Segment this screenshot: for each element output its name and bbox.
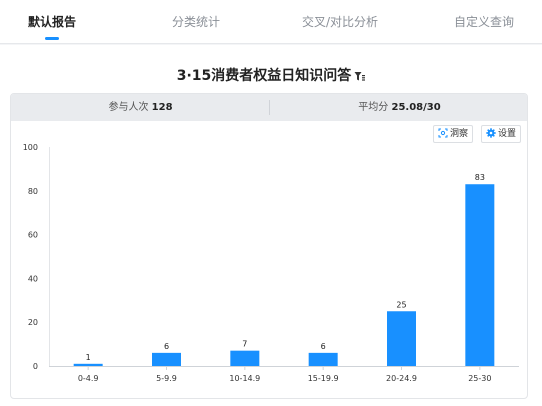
bar-value-label: 6: [321, 342, 326, 351]
tab-category-stats-label: 分类统计: [171, 15, 220, 29]
score-distribution-chart: 0 20 40 60 80 100 1 0-4.9 6 5-9.9 7 10-14.9 6 15-19.9…: [23, 143, 519, 383]
y-tick-label: 40: [28, 274, 38, 283]
tab-custom-query-label: 自定义查询: [453, 15, 514, 29]
bar: [152, 352, 181, 366]
report-tabs: 默认报告 分类统计 交叉/对比分析 自定义查询: [0, 0, 542, 44]
report-title: 3·15消费者权益日知识问答: [0, 65, 542, 86]
tab-custom-query[interactable]: 自定义查询: [444, 0, 524, 44]
bar: [73, 363, 103, 366]
bar-value-label: 25: [396, 300, 406, 309]
chart-card: 参与人次 128 平均分 25.08/30 洞察 设置 0 20 40 60 80 100…: [10, 93, 528, 399]
tab-default-report-label: 默认报告: [27, 15, 76, 29]
bar: [387, 311, 416, 366]
x-tick-label: 25-30: [468, 374, 491, 383]
y-tick-label: 100: [23, 143, 38, 152]
y-tick-label: 0: [33, 362, 38, 371]
report-title-text: 3·15消费者权益日知识问答: [176, 68, 352, 84]
tab-category-stats[interactable]: 分类统计: [156, 0, 236, 44]
x-tick-label: 20-24.9: [386, 374, 417, 383]
y-tick-label: 60: [28, 231, 38, 240]
tab-cross-analysis[interactable]: 交叉/对比分析: [290, 0, 390, 44]
active-tab-indicator: [45, 37, 59, 40]
y-tick-label: 80: [28, 187, 38, 196]
bar-value-label: 7: [242, 340, 247, 349]
bar: [308, 352, 338, 366]
report-page: 3·15消费者权益日知识问答 参与人次 128 平均分 25.08/30 洞察 …: [0, 45, 542, 406]
x-tick-label: 5-9.9: [156, 374, 177, 383]
bar-value-label: 1: [86, 353, 91, 362]
bar: [230, 350, 260, 366]
tab-cross-analysis-label: 交叉/对比分析: [301, 15, 379, 29]
bar: [465, 184, 495, 366]
x-tick-label: 10-14.9: [229, 374, 260, 383]
bar-value-label: 6: [164, 342, 169, 351]
x-tick-label: 15-19.9: [308, 374, 339, 383]
y-tick-label: 20: [28, 318, 38, 327]
tab-default-report[interactable]: 默认报告: [22, 0, 82, 44]
x-tick-label: 0-4.9: [78, 374, 99, 383]
filter-icon[interactable]: [354, 70, 366, 86]
bar-value-label: 83: [475, 173, 485, 182]
